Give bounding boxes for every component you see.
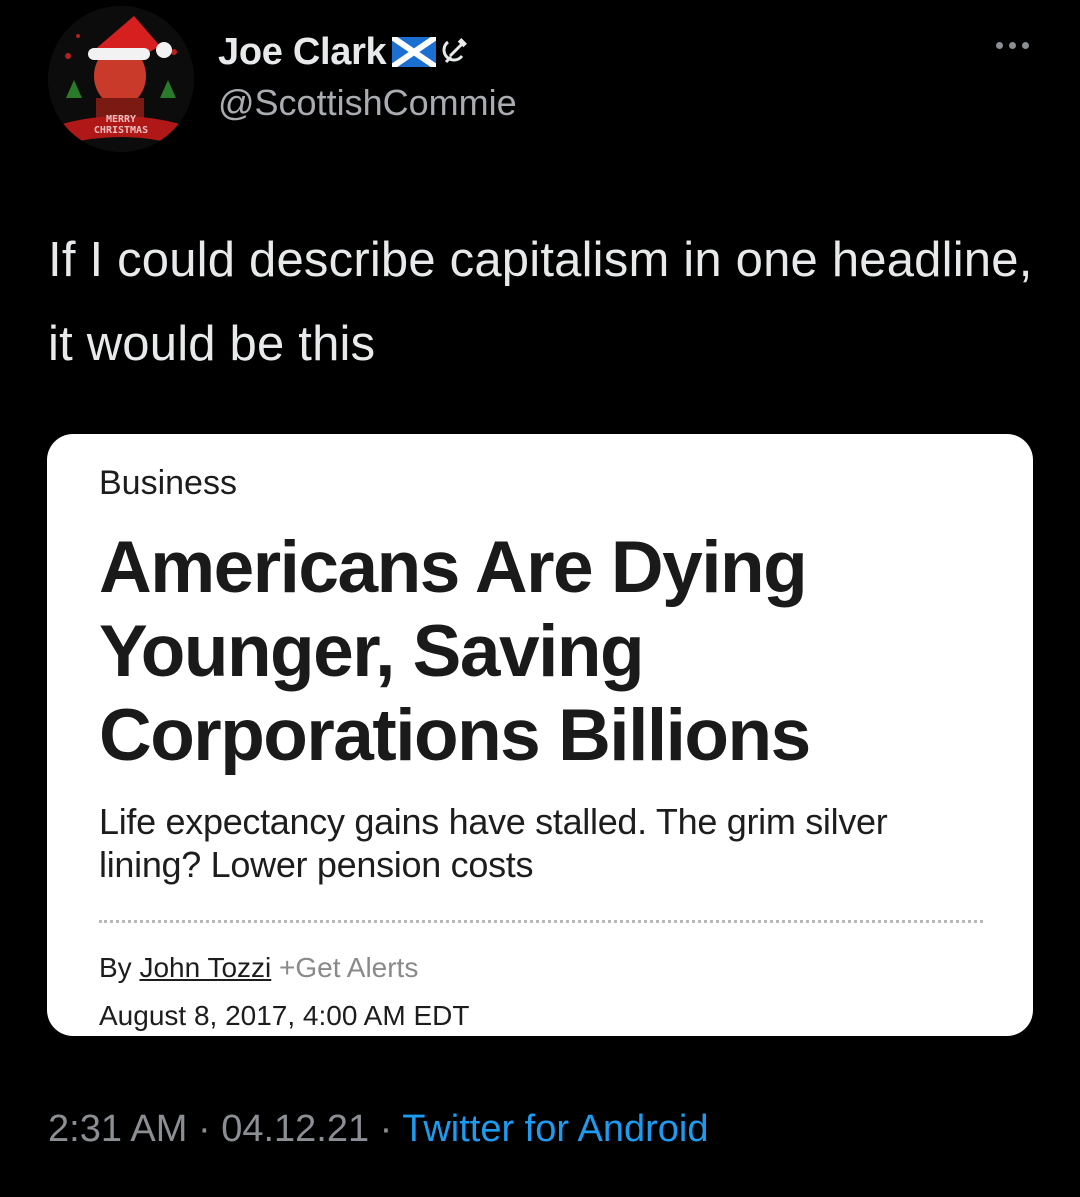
meta-separator: · xyxy=(369,1108,403,1150)
card-get-alerts: +Get Alerts xyxy=(279,952,419,983)
card-date: August 8, 2017, 4:00 AM EDT xyxy=(99,1000,470,1031)
more-dot-icon xyxy=(995,41,1003,49)
avatar-caption-line1: MERRY xyxy=(105,114,137,125)
avatar[interactable]: MERRY CHRISTMAS xyxy=(48,6,194,152)
tweet-date[interactable]: 04.12.21 xyxy=(221,1108,369,1150)
media-card[interactable]: Business Americans Are Dying Younger, Sa… xyxy=(47,434,1033,1036)
avatar-caption: MERRY CHRISTMAS xyxy=(48,114,194,136)
card-byline-prefix: By xyxy=(99,952,140,983)
more-options-button[interactable] xyxy=(982,30,1042,60)
card-dek: Life expectancy gains have stalled. The … xyxy=(99,801,888,885)
card-author-link: John Tozzi xyxy=(139,952,272,983)
more-dot-icon xyxy=(1008,41,1016,49)
avatar-caption-line2: CHRISTMAS xyxy=(93,125,149,136)
author-handle[interactable]: @ScottishCommie xyxy=(218,82,517,124)
meta-separator: · xyxy=(187,1108,222,1150)
author-name-row[interactable]: Joe Clark xyxy=(218,28,468,76)
card-divider xyxy=(99,920,983,923)
hammer-and-sickle-icon xyxy=(442,38,468,66)
card-section-label: Business xyxy=(99,464,237,502)
card-headline: Americans Are Dying Younger, Saving Corp… xyxy=(99,527,811,776)
tweet-source-link[interactable]: Twitter for Android xyxy=(402,1108,708,1150)
tweet-text: If I could describe capitalism in one he… xyxy=(48,233,1033,371)
tweet-meta: 2:31 AM · 04.12.21 · Twitter for Android xyxy=(48,1108,708,1151)
tweet: MERRY CHRISTMAS Joe Clark @ScottishCommi… xyxy=(0,0,1080,1197)
scottish-flag-icon xyxy=(392,37,437,67)
tweet-time[interactable]: 2:31 AM xyxy=(48,1108,187,1150)
more-dot-icon xyxy=(1021,41,1029,49)
author-display-name[interactable]: Joe Clark xyxy=(218,31,387,74)
card-byline: By John Tozzi +Get Alerts xyxy=(99,952,418,984)
